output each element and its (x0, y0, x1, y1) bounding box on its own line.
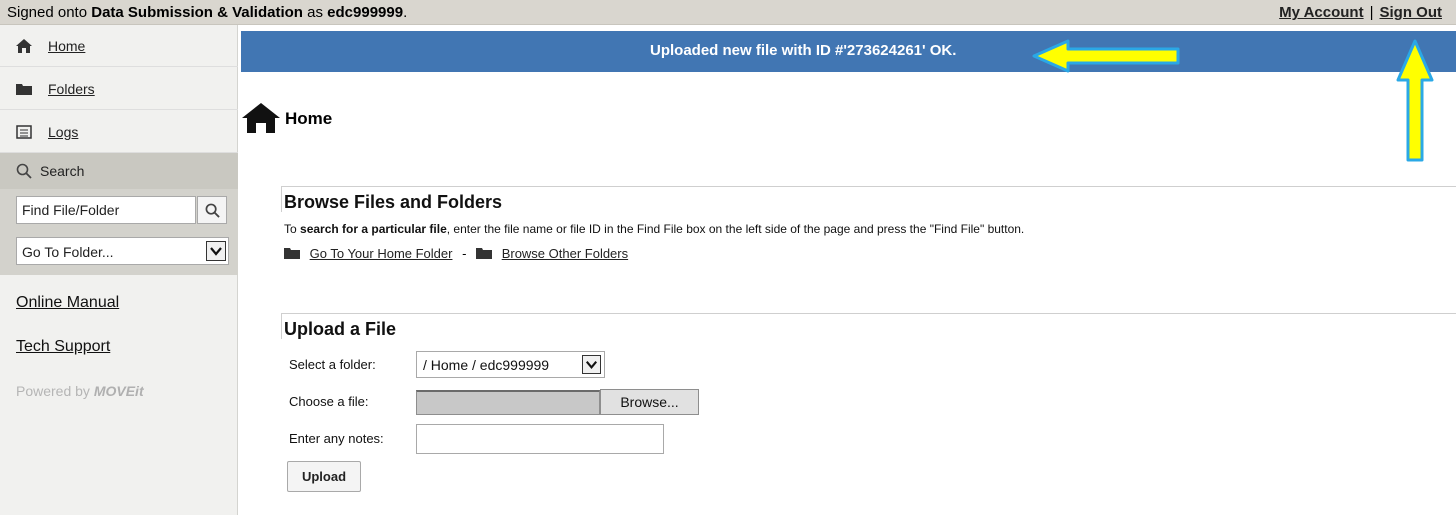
section-divider (281, 186, 1456, 187)
sidebar-item-home[interactable]: Home (0, 25, 238, 67)
other-folders-link[interactable]: Browse Other Folders (502, 246, 628, 261)
sidebar-item-label: Folders (48, 81, 95, 97)
powered-by: Powered by MOVEit (16, 383, 144, 399)
search-label: Search (40, 163, 85, 179)
folder-icon (16, 82, 32, 96)
app-name: Data Submission & Validation (91, 4, 303, 21)
tech-support-link[interactable]: Tech Support (16, 338, 110, 356)
folder-icon (476, 247, 493, 263)
section-divider (281, 313, 282, 339)
my-account-link[interactable]: My Account (1279, 4, 1363, 21)
period: . (403, 4, 408, 21)
sidebar-item-folders[interactable]: Folders (0, 68, 238, 110)
logs-icon (16, 125, 32, 139)
up-arrow-annotation (1396, 39, 1434, 162)
sidebar-item-label: Logs (48, 124, 79, 140)
signed-on-text: Signed onto Data Submission & Validation… (7, 4, 407, 21)
folder-select[interactable]: / Home / edc999999 (416, 351, 605, 378)
select-folder-label: Select a folder: (289, 357, 376, 372)
sidebar: Home Folders Logs Search Go To Folder... (0, 25, 238, 515)
upload-section-title: Upload a File (284, 319, 397, 339)
signed-prefix: Signed onto (7, 4, 92, 21)
browse-section-title: Browse Files and Folders (284, 192, 503, 212)
home-folder-link[interactable]: Go To Your Home Folder (310, 246, 453, 261)
sidebar-item-logs[interactable]: Logs (0, 111, 238, 153)
powered-by-text: Powered by (16, 383, 94, 399)
sidebar-item-label: Home (48, 38, 86, 54)
left-arrow-annotation (1032, 39, 1180, 73)
top-bar: Signed onto Data Submission & Validation… (0, 0, 1456, 25)
search-icon (205, 203, 220, 218)
upload-button[interactable]: Upload (287, 461, 361, 492)
choose-file-label: Choose a file: (289, 394, 369, 409)
file-path-field[interactable] (416, 390, 600, 415)
chevron-down-icon (206, 241, 226, 261)
browse-description: To search for a particular file, enter t… (284, 222, 1024, 236)
desc-suffix: , enter the file name or file ID in the … (446, 222, 1025, 236)
folder-select-value: / Home / edc999999 (423, 357, 550, 373)
online-manual-link[interactable]: Online Manual (16, 294, 119, 312)
section-divider (281, 313, 1456, 314)
search-panel: Search Go To Folder... (0, 153, 238, 275)
browse-button[interactable]: Browse... (600, 389, 699, 415)
home-icon (242, 103, 280, 136)
go-to-folder-value: Go To Folder... (22, 244, 114, 260)
status-banner: Uploaded new file with ID #'273624261' O… (241, 31, 1456, 72)
find-file-button[interactable] (197, 196, 227, 224)
go-to-folder-select[interactable]: Go To Folder... (16, 237, 229, 265)
search-icon (16, 163, 32, 182)
account-links: My Account | Sign Out (1279, 4, 1442, 21)
notes-input[interactable] (416, 424, 664, 454)
page-title-text: Home (285, 109, 333, 128)
chevron-down-icon (582, 355, 601, 374)
status-message: Uploaded new file with ID #'273624261' O… (650, 42, 957, 59)
sign-out-link[interactable]: Sign Out (1380, 4, 1443, 21)
moveit-logo: MOVEit (93, 383, 144, 399)
username: edc999999 (327, 4, 404, 21)
desc-prefix: To (284, 222, 301, 236)
link-dash: - (462, 246, 467, 261)
folder-icon (284, 247, 300, 263)
search-header: Search (0, 153, 238, 189)
home-icon (16, 39, 32, 53)
section-divider (281, 186, 282, 212)
desc-bold: search for a particular file (300, 222, 447, 236)
notes-label: Enter any notes: (289, 431, 384, 446)
browse-links: Go To Your Home Folder - Browse Other Fo… (284, 246, 628, 263)
link-separator: | (1369, 4, 1374, 21)
find-file-input[interactable] (16, 196, 196, 224)
as-text: as (302, 4, 328, 21)
